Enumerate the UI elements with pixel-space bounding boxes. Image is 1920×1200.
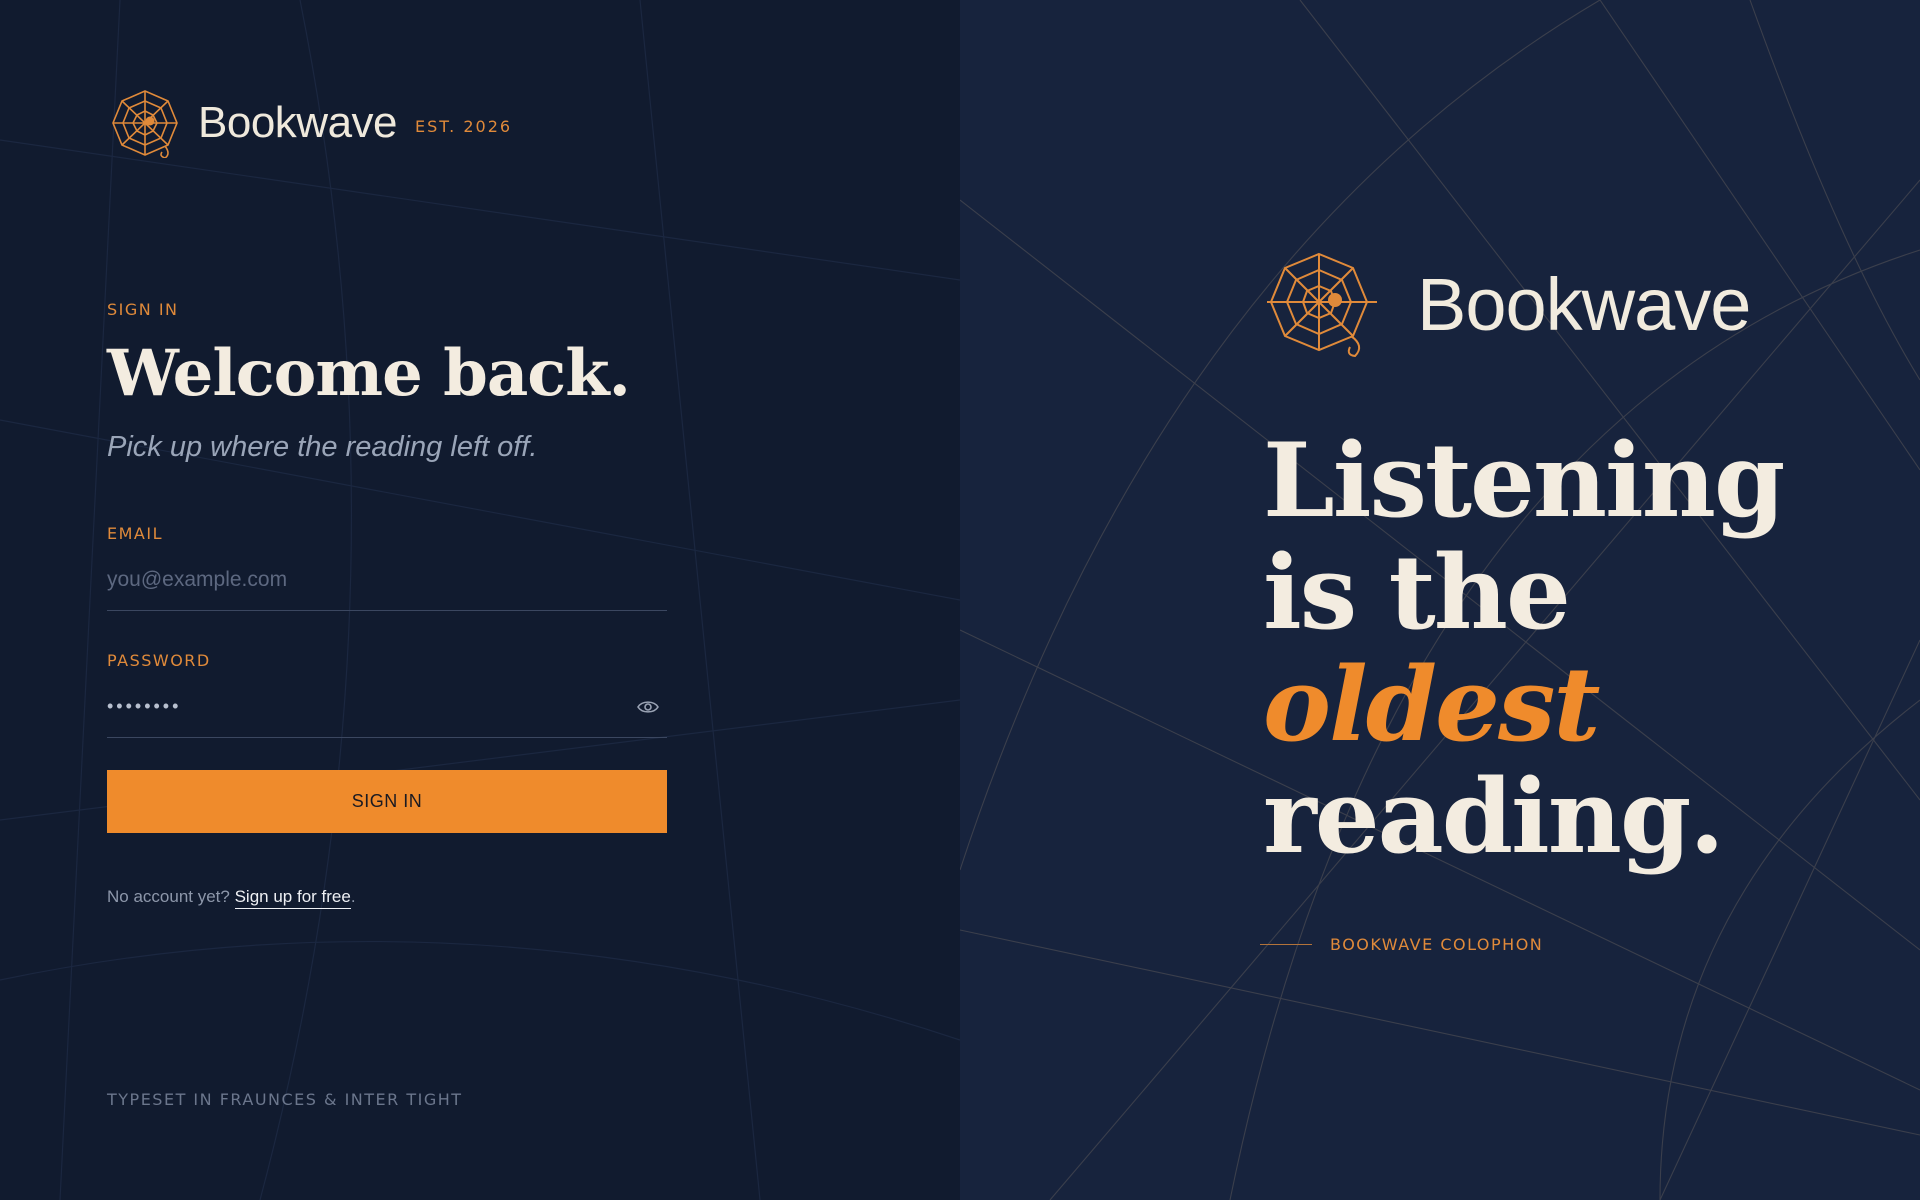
eye-icon [637, 701, 659, 714]
sign-in-panel: Bookwave EST. 2026 SIGN IN Welcome back.… [0, 0, 960, 1200]
password-label: PASSWORD [107, 651, 211, 671]
spider-web-icon [1267, 252, 1377, 358]
sign-in-page: Bookwave EST. 2026 SIGN IN Welcome back.… [0, 0, 1920, 1200]
signup-suffix: . [350, 887, 356, 907]
hero-line-accent: oldest [1263, 645, 1601, 765]
hero-line-1: Listening [1263, 421, 1785, 541]
hero-headline: Listening is the oldest reading. [1263, 421, 1785, 877]
sign-in-form: SIGN IN Welcome back. Pick up where the … [107, 300, 667, 910]
sign-up-link[interactable]: Sign up for free [234, 887, 351, 910]
spider-web-icon [112, 90, 178, 158]
form-eyebrow: SIGN IN [107, 300, 179, 319]
sign-in-button[interactable]: SIGN IN [107, 770, 667, 834]
signup-line: No account yet? Sign up for free. [107, 887, 667, 910]
hero-panel: Bookwave Listening is the oldest reading… [960, 0, 1920, 1200]
hero-line-4: reading. [1263, 757, 1725, 877]
colophon-rule [1260, 944, 1312, 945]
hero-brand-name: Bookwave [1417, 262, 1751, 346]
typeset-note: TYPESET IN FRAUNCES & INTER TIGHT [107, 1090, 463, 1109]
password-field[interactable] [107, 676, 667, 738]
hero-line-2: is the [1263, 533, 1571, 653]
email-label: EMAIL [107, 524, 163, 544]
password-group: PASSWORD [107, 651, 667, 739]
email-field-wrapper [107, 549, 667, 612]
colophon: BOOKWAVE COLOPHON [1260, 935, 1543, 954]
page-title: Welcome back. [107, 336, 631, 411]
colophon-text: BOOKWAVE COLOPHON [1330, 935, 1544, 954]
signup-prompt: No account yet? [107, 887, 230, 907]
email-group: EMAIL [107, 524, 667, 612]
brand-established: EST. 2026 [415, 116, 513, 136]
password-field-wrapper [107, 676, 667, 739]
show-password-toggle[interactable] [635, 695, 661, 719]
brand-header: Bookwave EST. 2026 [110, 88, 512, 158]
brand-name: Bookwave [198, 98, 398, 147]
hero-brand: Bookwave [1265, 250, 1751, 358]
page-subtitle: Pick up where the reading left off. [107, 431, 538, 464]
email-field[interactable] [107, 549, 667, 611]
submit-wrap: SIGN IN [107, 770, 667, 834]
